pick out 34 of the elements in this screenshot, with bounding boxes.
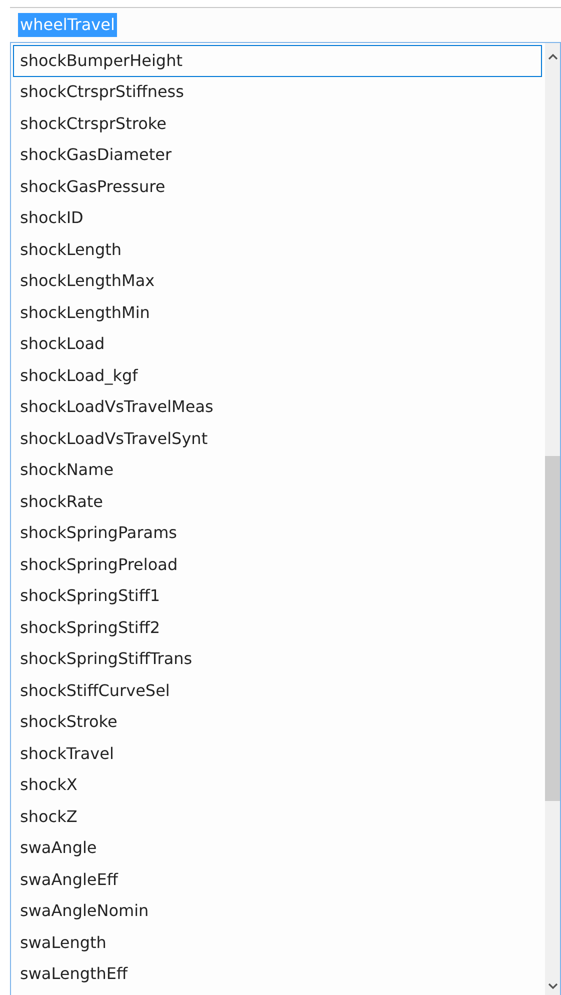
- list-item[interactable]: shockSpringPreload: [13, 549, 542, 580]
- list-item[interactable]: shockZ: [13, 801, 542, 832]
- list-item[interactable]: shockBumperHeight: [13, 45, 542, 76]
- list-item[interactable]: shockID: [13, 202, 542, 234]
- list-item[interactable]: shockStroke: [13, 706, 542, 738]
- list-item[interactable]: shockLoadVsTravelSynt: [13, 423, 542, 454]
- list-item[interactable]: shockLoadVsTravelMeas: [13, 392, 542, 423]
- list-item[interactable]: shockSpringStiff1: [13, 580, 542, 612]
- list-item[interactable]: shockLength: [13, 234, 542, 266]
- scroll-up-icon[interactable]: [548, 53, 558, 60]
- list-item[interactable]: shockSpringStiff2: [13, 612, 542, 644]
- list-item[interactable]: shockCtrsprStiffness: [13, 76, 542, 108]
- scrollbar-thumb[interactable]: [545, 456, 560, 801]
- list-item[interactable]: shockStiffCurveSel: [13, 675, 542, 706]
- list-item[interactable]: shockLoad: [13, 328, 542, 360]
- scrollbar[interactable]: [545, 43, 560, 995]
- list-item[interactable]: swaAngle: [13, 832, 542, 864]
- list-item[interactable]: shockX: [13, 770, 542, 801]
- list-item[interactable]: swaLengthEff: [13, 958, 542, 990]
- list-item[interactable]: shockTravel: [13, 738, 542, 770]
- list-item[interactable]: shockGasPressure: [13, 171, 542, 202]
- list-item[interactable]: shockName: [13, 454, 542, 486]
- list-item[interactable]: swaAngleEff: [13, 864, 542, 896]
- list-item[interactable]: swaAngleNomin: [13, 896, 542, 927]
- list-item[interactable]: shockSpringParams: [13, 518, 542, 549]
- list-item[interactable]: shockRate: [13, 486, 542, 518]
- list-item[interactable]: shockLoad_kgf: [13, 360, 542, 392]
- list-item[interactable]: shockLengthMax: [13, 266, 542, 297]
- list-item[interactable]: shockSpringStiffTrans: [13, 644, 542, 675]
- list-item[interactable]: shockLengthMin: [13, 297, 542, 328]
- list-item[interactable]: shockGasDiameter: [13, 140, 542, 171]
- scroll-down-icon[interactable]: [548, 983, 558, 990]
- list-item[interactable]: swaLength: [13, 927, 542, 958]
- list-item[interactable]: shockCtrsprStroke: [13, 108, 542, 140]
